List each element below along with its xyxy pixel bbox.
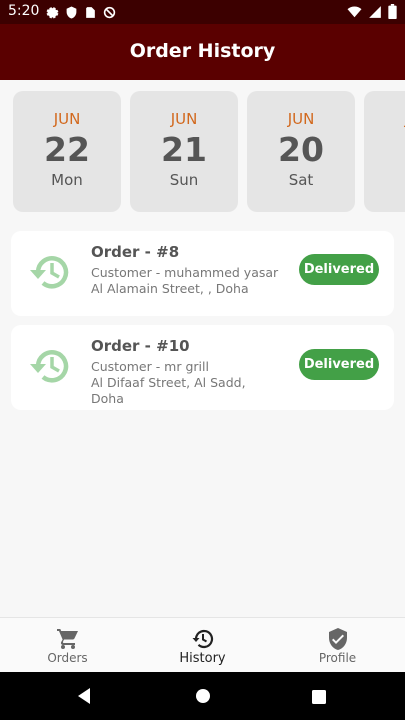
order-card[interactable]: Order - #8 Customer - muhammed yasar Al … — [11, 231, 394, 316]
order-address: Al Difaaf Street, Al Sadd, Doha — [91, 375, 246, 406]
date-month: JUN — [170, 110, 198, 128]
date-weekday: Sat — [288, 171, 314, 189]
nav-profile[interactable]: Profile — [270, 618, 405, 673]
history-icon — [191, 627, 215, 651]
bottom-navigation: Orders History Profile — [0, 617, 405, 673]
date-day: 1 — [364, 130, 405, 170]
date-day: 21 — [161, 130, 207, 169]
date-weekday: Mon — [51, 171, 83, 189]
system-nav-bar — [0, 672, 405, 720]
nav-history[interactable]: History — [135, 618, 270, 673]
order-customer: Customer - muhammed yasar — [91, 265, 279, 280]
nav-label: History — [179, 651, 226, 666]
nav-orders[interactable]: Orders — [0, 618, 135, 673]
settings-icon — [46, 4, 59, 19]
date-month: JUN — [287, 110, 315, 128]
order-card[interactable]: Order - #10 Customer - mr grill Al Difaa… — [11, 325, 394, 410]
date-card-2[interactable]: JUN 21 Sun — [130, 91, 238, 212]
wifi-icon — [347, 4, 362, 23]
back-icon[interactable] — [76, 687, 92, 709]
order-customer: Customer - mr grill — [91, 359, 209, 374]
history-icon — [27, 345, 73, 391]
date-card-1[interactable]: JUN 22 Mon — [13, 91, 121, 212]
date-weekday: Sun — [169, 171, 199, 189]
nav-label: Profile — [318, 651, 357, 665]
date-day: 20 — [278, 130, 324, 169]
order-title: Order - #8 — [91, 243, 180, 261]
shield-icon — [65, 4, 78, 19]
app-bar: Order History — [0, 24, 405, 80]
status-bar: 5:20 — [0, 0, 405, 24]
date-selector[interactable]: JUN 22 Mon JUN 21 Sun JUN 20 Sat JUN 1 — [13, 91, 405, 212]
date-month: JUN — [53, 110, 81, 128]
date-card-3[interactable]: JUN 20 Sat — [247, 91, 355, 212]
history-icon — [27, 251, 73, 297]
date-month: JUN — [364, 110, 405, 128]
sd-card-icon — [84, 4, 97, 18]
shield-check-icon — [326, 627, 350, 651]
date-day: 22 — [44, 130, 90, 169]
no-disturb-icon — [103, 4, 116, 19]
recents-icon[interactable] — [312, 689, 326, 708]
cart-icon — [56, 627, 80, 651]
date-card-4[interactable]: JUN 1 — [364, 91, 405, 212]
nav-label: Orders — [47, 651, 88, 665]
home-icon[interactable] — [195, 688, 211, 708]
signal-icon — [368, 4, 382, 23]
page-title: Order History — [129, 40, 276, 62]
order-title: Order - #10 — [91, 337, 190, 355]
battery-icon — [388, 4, 397, 23]
status-badge: Delivered — [299, 254, 379, 285]
order-address: Al Alamain Street, , Doha — [91, 281, 249, 296]
status-time: 5:20 — [8, 3, 40, 19]
status-badge: Delivered — [299, 349, 379, 380]
